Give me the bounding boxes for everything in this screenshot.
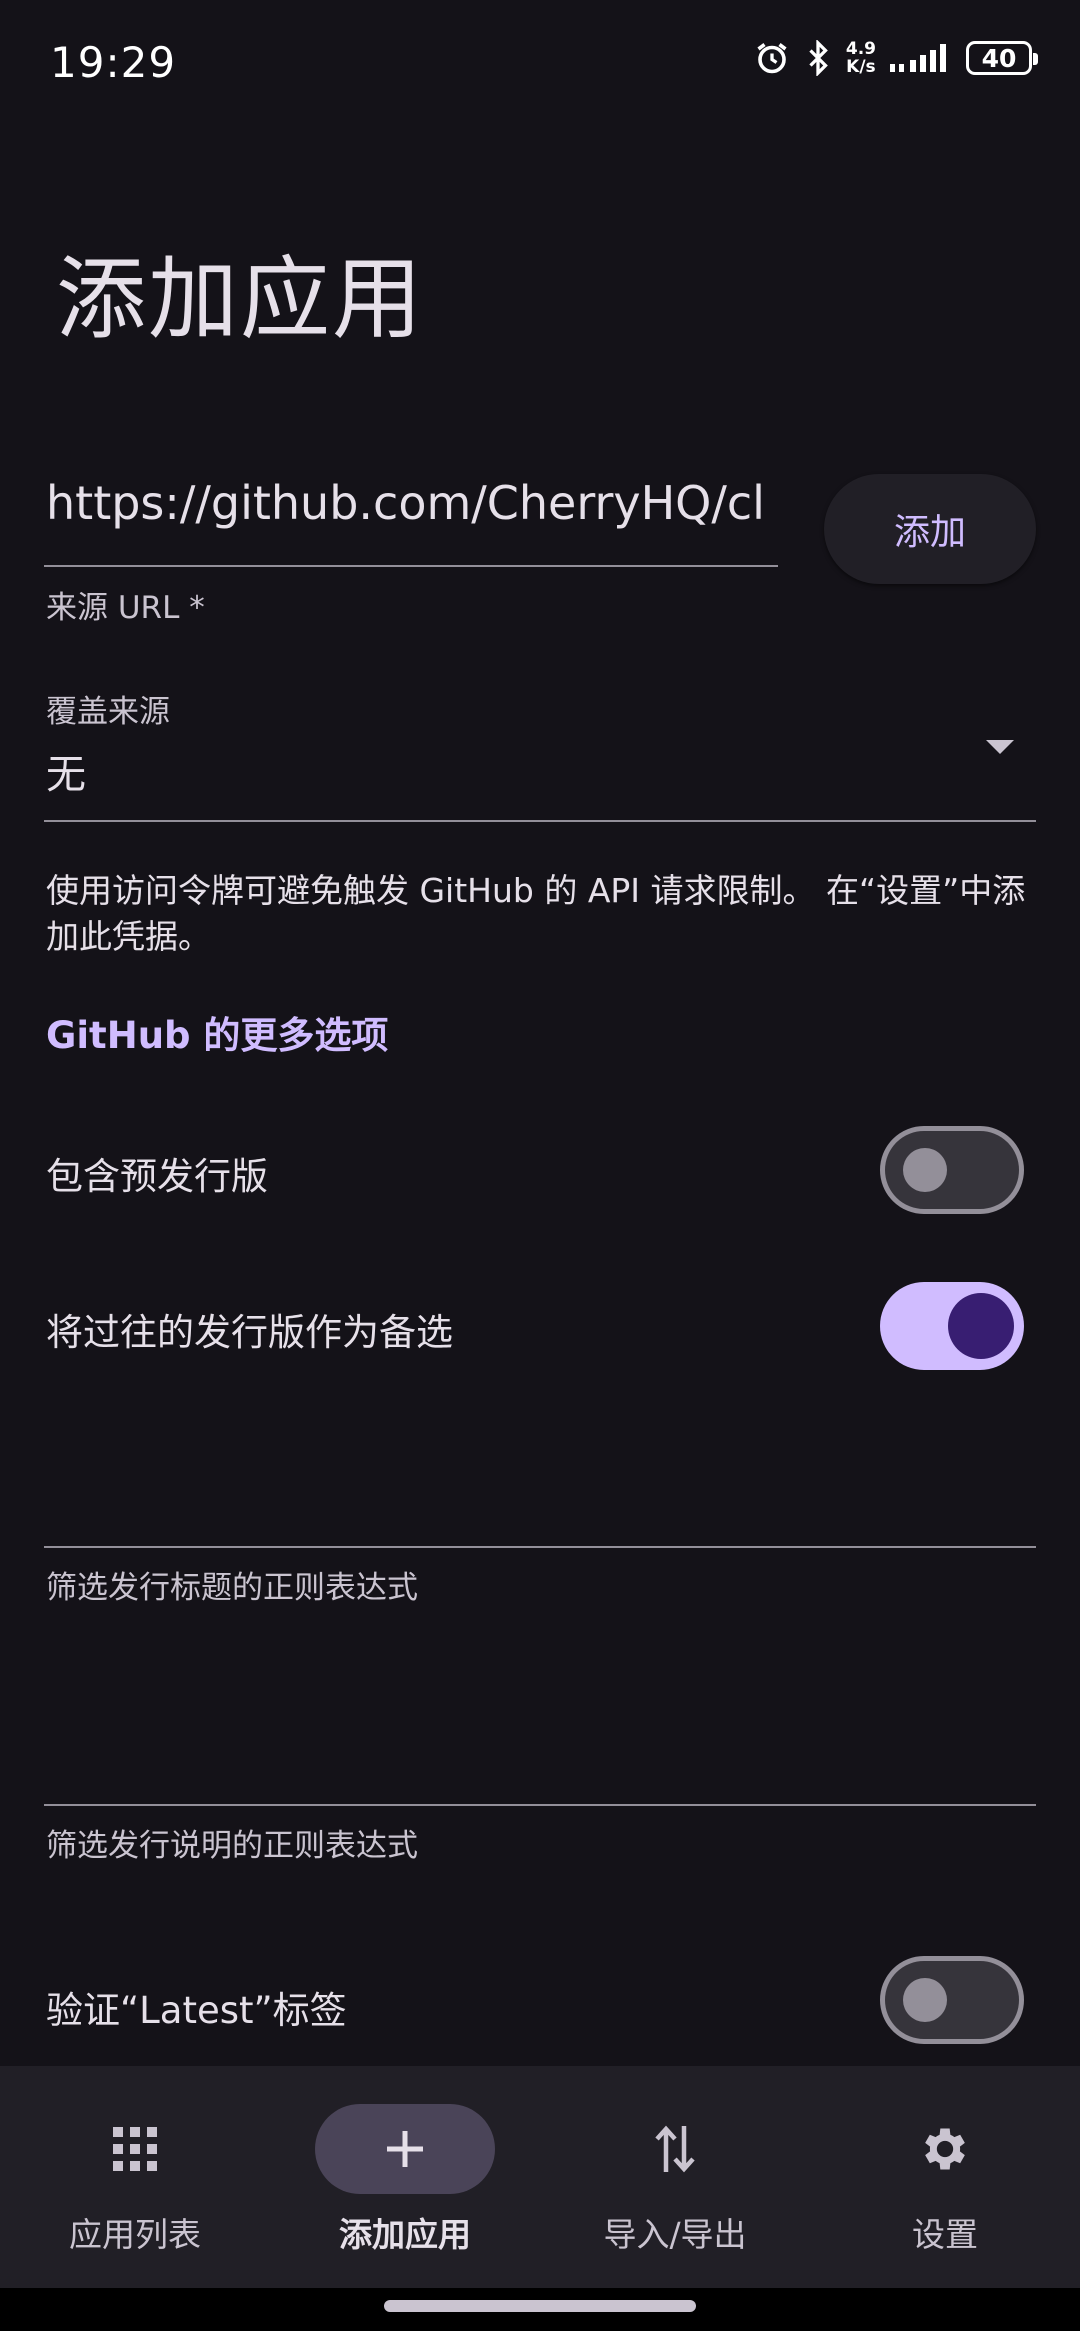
verify-latest-tag-switch[interactable] [880, 1956, 1024, 2044]
override-source-select[interactable]: 无 [46, 742, 86, 800]
swap-vertical-icon [585, 2104, 765, 2194]
nav-item-app-list[interactable]: 应用列表 [0, 2104, 270, 2254]
release-title-regex-input[interactable] [44, 1430, 1036, 1548]
release-notes-regex-label: 筛选发行说明的正则表达式 [46, 1828, 418, 1864]
github-more-options-link[interactable]: GitHub 的更多选项 [46, 1005, 388, 1059]
gear-icon [855, 2104, 1035, 2194]
nav-item-add-app[interactable]: 添加应用 [270, 2104, 540, 2254]
fallback-older-releases-switch[interactable] [880, 1282, 1024, 1370]
nav-label: 添加应用 [339, 2215, 471, 2254]
alarm-icon [754, 40, 790, 76]
battery-icon: 40 [966, 41, 1038, 75]
source-url-label: 来源 URL * [46, 590, 205, 626]
nav-item-import-export[interactable]: 导入/导出 [540, 2104, 810, 2254]
dropdown-arrow-icon[interactable] [986, 740, 1014, 754]
verify-latest-tag-label: 验证“Latest”标签 [46, 1989, 347, 2032]
bluetooth-icon [804, 40, 832, 76]
source-url-input[interactable]: https://github.com/CherryHQ/cl [46, 476, 780, 530]
gesture-handle[interactable] [384, 2300, 696, 2312]
plus-icon [315, 2104, 495, 2194]
signal-icon [890, 42, 952, 74]
nav-label: 应用列表 [69, 2215, 201, 2254]
include-prereleases-switch[interactable] [880, 1126, 1024, 1214]
override-source-underline [44, 820, 1036, 822]
include-prereleases-label: 包含预发行版 [46, 1155, 268, 1198]
release-title-regex-label: 筛选发行标题的正则表达式 [46, 1570, 418, 1606]
release-notes-regex-underline [44, 1804, 1036, 1806]
token-hint-text: 使用访问令牌可避免触发 GitHub 的 API 请求限制。 在“设置”中添加此… [46, 871, 1026, 956]
source-url-underline [44, 565, 778, 567]
net-speed: 4.9 K/s [845, 39, 876, 77]
fallback-older-releases-label: 将过往的发行版作为备选 [46, 1311, 453, 1354]
switch-thumb [903, 1148, 947, 1192]
status-icons: 4.9 K/s 40 [754, 39, 1038, 77]
nav-label: 导入/导出 [603, 2215, 747, 2254]
switch-thumb [948, 1293, 1014, 1359]
override-source-label: 覆盖来源 [46, 694, 170, 730]
release-notes-regex-input[interactable] [44, 1690, 1036, 1804]
page-title: 添加应用 [56, 247, 424, 352]
add-button[interactable]: 添加 [824, 474, 1036, 584]
switch-thumb [903, 1978, 947, 2022]
release-title-regex-underline [44, 1546, 1036, 1548]
status-time: 19:29 [50, 38, 177, 87]
nav-label: 设置 [912, 2215, 978, 2254]
nav-item-settings[interactable]: 设置 [810, 2104, 1080, 2254]
grid-icon [45, 2104, 225, 2194]
